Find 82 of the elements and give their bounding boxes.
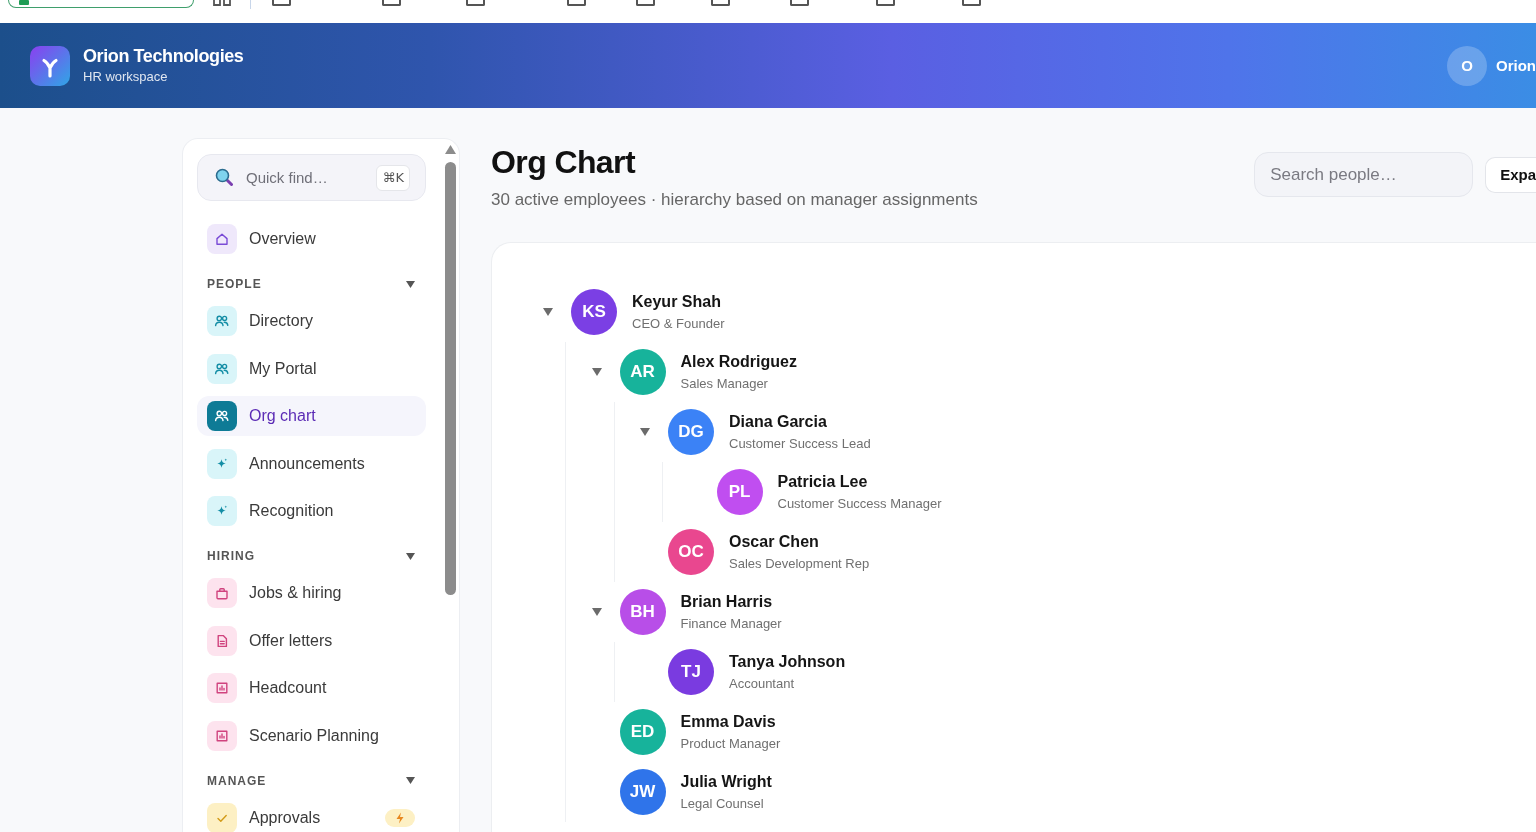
expand-button[interactable]: Expa bbox=[1485, 156, 1536, 193]
job-title: Legal Counsel bbox=[680, 795, 765, 812]
initials-avatar: BH bbox=[619, 589, 666, 635]
person-name: Tanya Johnson bbox=[729, 652, 846, 672]
caret-down-icon[interactable] bbox=[640, 428, 650, 436]
initials-avatar: DG bbox=[668, 409, 714, 455]
person-name: Diana Garcia bbox=[729, 412, 828, 432]
nav-item[interactable]: Org chart bbox=[197, 396, 426, 436]
scrollbar-thumb[interactable] bbox=[444, 162, 456, 595]
folder-icon[interactable] bbox=[466, 0, 485, 6]
folder-icon[interactable] bbox=[567, 0, 586, 6]
initials-avatar: KS bbox=[571, 289, 617, 335]
keyboard-shortcut: ⌘K bbox=[376, 165, 410, 191]
job-title: Finance Manager bbox=[680, 615, 782, 632]
person-name: Emma Davis bbox=[680, 712, 777, 732]
caret-down-icon[interactable] bbox=[406, 552, 415, 560]
folder-icon[interactable] bbox=[876, 0, 895, 6]
nav-item[interactable]: Recognition bbox=[197, 491, 426, 531]
folder-icon[interactable] bbox=[636, 0, 655, 6]
person-name: Alex Rodriguez bbox=[680, 352, 797, 372]
section-title: PEOPLE bbox=[207, 277, 262, 291]
person-name: Keyur Shah bbox=[632, 292, 722, 312]
briefcase-icon bbox=[207, 578, 237, 608]
person-name: Oscar Chen bbox=[729, 532, 820, 552]
folder-icon[interactable] bbox=[382, 0, 401, 6]
people-icon bbox=[207, 306, 237, 336]
nav-item[interactable]: Offer letters bbox=[197, 620, 426, 661]
folder-icon[interactable] bbox=[711, 0, 730, 6]
nav-item[interactable]: Approvals bbox=[197, 797, 426, 832]
page-title: Org Chart bbox=[491, 143, 637, 181]
checkmark-icon bbox=[207, 802, 237, 832]
bar-chart-icon bbox=[207, 673, 237, 703]
sparkle-icon bbox=[207, 496, 237, 526]
nav-item[interactable]: Announcements bbox=[197, 443, 426, 484]
caret-down-icon[interactable] bbox=[406, 777, 415, 784]
search-field[interactable]: Search people… bbox=[1254, 152, 1474, 197]
logo-icon[interactable] bbox=[30, 45, 70, 86]
folder-icon[interactable] bbox=[272, 0, 291, 6]
initials-avatar: AR bbox=[619, 349, 666, 395]
document-icon bbox=[207, 625, 237, 656]
page-subtitle: 30 active employees · hierarchy based on manager assignments bbox=[491, 189, 978, 211]
sparkle-icon bbox=[207, 448, 237, 479]
people-icon bbox=[207, 401, 237, 431]
workspace-label: HR workspace bbox=[83, 68, 169, 86]
apps-grid-icon[interactable] bbox=[213, 0, 231, 7]
people-icon bbox=[207, 353, 237, 384]
initials-avatar: JW bbox=[619, 769, 666, 815]
caret-down-icon[interactable] bbox=[406, 280, 415, 288]
bar-chart-icon bbox=[207, 720, 237, 751]
job-title: Customer Success Lead bbox=[729, 435, 871, 452]
person-name: Brian Harris bbox=[680, 592, 774, 612]
job-title: CEO & Founder bbox=[632, 315, 725, 332]
job-title: Sales Manager bbox=[680, 375, 769, 392]
folder-icon[interactable] bbox=[790, 0, 809, 6]
person-name: Patricia Lee bbox=[777, 472, 869, 492]
nav-item[interactable]: Directory bbox=[197, 301, 426, 341]
job-title: Accountant bbox=[729, 675, 796, 692]
nav-item[interactable]: Headcount bbox=[197, 668, 426, 708]
job-title: Customer Success Manager bbox=[777, 495, 942, 512]
house-icon bbox=[207, 224, 237, 254]
nav-item[interactable]: Scenario Planning bbox=[197, 715, 426, 756]
nav-item[interactable]: Jobs & hiring bbox=[197, 573, 426, 613]
person-name: Julia Wright bbox=[680, 772, 772, 792]
caret-down-icon[interactable] bbox=[591, 608, 602, 616]
user-name: Orion bbox=[1496, 57, 1536, 74]
nav-item[interactable]: Overview bbox=[197, 219, 426, 259]
caret-down-icon[interactable] bbox=[543, 308, 553, 316]
section-title: MANAGE bbox=[207, 773, 267, 788]
initials-avatar: ED bbox=[619, 709, 666, 755]
scroll-up-arrow-icon[interactable] bbox=[444, 145, 456, 154]
folder-icon[interactable] bbox=[962, 0, 981, 6]
job-title: Product Manager bbox=[680, 735, 781, 752]
nav-item[interactable]: My Portal bbox=[197, 348, 426, 389]
bookmark-favicon-icon bbox=[19, 0, 29, 5]
section-title: HIRING bbox=[207, 549, 255, 563]
organization-name: Orion Technologies bbox=[83, 45, 244, 67]
initials-avatar: TJ bbox=[668, 649, 714, 695]
search-icon bbox=[215, 168, 233, 186]
initials-avatar: OC bbox=[668, 529, 714, 575]
job-title: Sales Development Rep bbox=[729, 555, 870, 572]
initials-avatar: PL bbox=[716, 469, 763, 515]
caret-down-icon[interactable] bbox=[591, 368, 602, 376]
